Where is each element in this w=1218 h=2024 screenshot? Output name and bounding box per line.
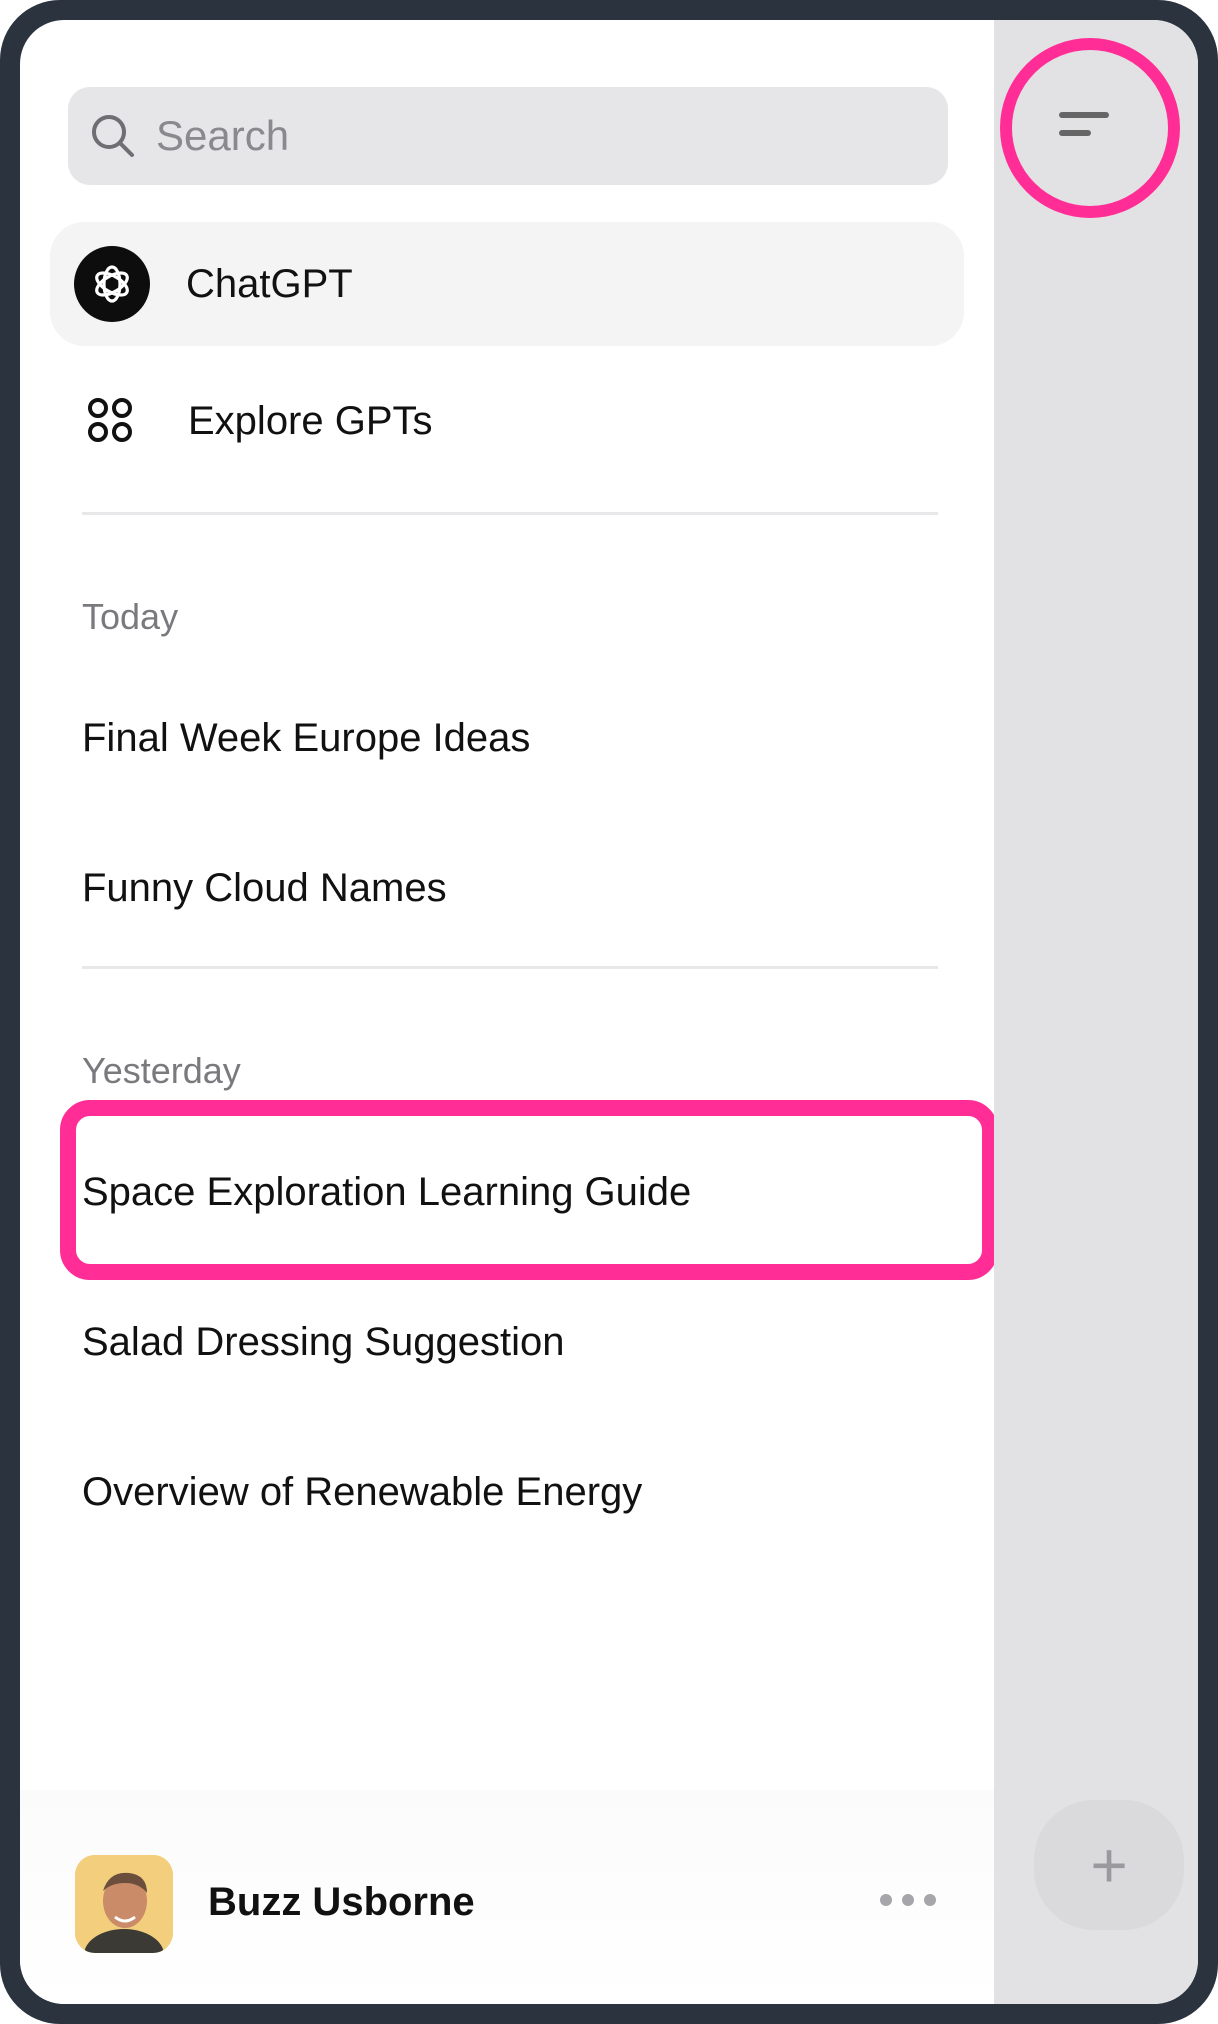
sidebar: Search ChatGPT Explore GPTs Today Final … [20, 20, 998, 2004]
main-pane-edge [994, 20, 1198, 2004]
sidebar-item-explore-gpts[interactable]: Explore GPTs [50, 359, 964, 483]
chat-item[interactable]: Final Week Europe Ideas [82, 716, 530, 761]
user-footer: Buzz Usborne [20, 1790, 994, 2004]
sidebar-item-label: Explore GPTs [188, 398, 433, 443]
menu-icon [1059, 112, 1109, 118]
app-screen: Search ChatGPT Explore GPTs Today Final … [20, 20, 1198, 2004]
sidebar-item-chatgpt[interactable]: ChatGPT [50, 222, 964, 346]
chat-item[interactable]: Overview of Renewable Energy [82, 1470, 642, 1515]
user-name: Buzz Usborne [208, 1880, 475, 1924]
avatar[interactable] [75, 1855, 173, 1953]
chat-item[interactable]: Funny Cloud Names [82, 866, 447, 911]
divider [82, 966, 938, 969]
search-placeholder: Search [156, 112, 290, 159]
menu-toggle-button[interactable] [1029, 70, 1139, 180]
chatgpt-logo-icon [74, 246, 150, 322]
sidebar-item-label: ChatGPT [186, 261, 353, 306]
chat-item[interactable]: Salad Dressing Suggestion [82, 1320, 565, 1365]
search-icon [92, 115, 134, 157]
grid-icon [88, 398, 134, 444]
section-header-today: Today [82, 596, 179, 637]
device-frame: Search ChatGPT Explore GPTs Today Final … [0, 0, 1218, 2024]
section-header-yesterday: Yesterday [82, 1050, 241, 1091]
menu-icon-line [1059, 130, 1091, 136]
divider [82, 512, 938, 515]
search-bar[interactable]: Search [68, 87, 948, 185]
avatar-image [75, 1855, 173, 1953]
new-chat-button[interactable]: + [1034, 1800, 1184, 1930]
chat-item-highlighted[interactable]: Space Exploration Learning Guide [82, 1170, 691, 1215]
more-options-icon[interactable] [880, 1890, 936, 1910]
